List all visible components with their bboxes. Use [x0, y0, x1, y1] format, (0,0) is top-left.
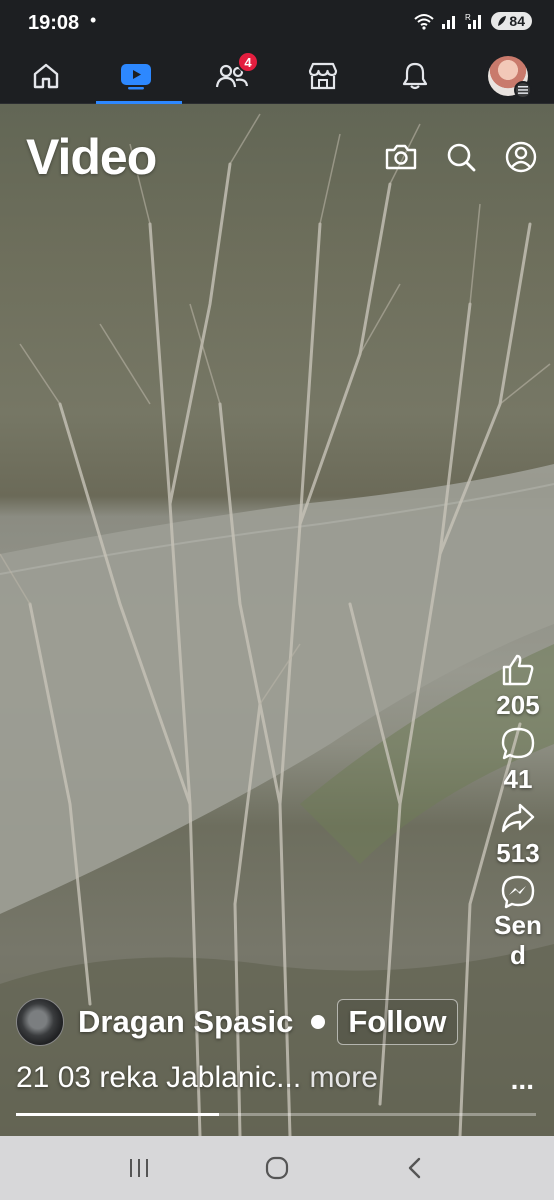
- recent-apps-icon: [130, 1159, 148, 1177]
- follow-button[interactable]: Follow: [337, 999, 458, 1045]
- side-actions: 205 41 513 Send: [488, 652, 548, 976]
- page-title: Video: [26, 129, 157, 185]
- share-count: 513: [496, 838, 540, 868]
- profile-avatar: [488, 56, 532, 99]
- top-actions: [382, 138, 540, 176]
- comment-button[interactable]: 41: [500, 726, 536, 794]
- caption-text: 21 03 reka Jablanic...: [16, 1061, 302, 1094]
- like-button[interactable]: 205: [496, 652, 540, 720]
- menu-icon: [514, 81, 532, 99]
- send-button[interactable]: Send: [493, 874, 543, 970]
- home-circle-icon: [265, 1156, 289, 1180]
- camera-icon: [385, 144, 417, 170]
- back-button[interactable]: [385, 1143, 445, 1193]
- nav-marketplace-tab[interactable]: [283, 48, 363, 104]
- share-icon: [501, 803, 535, 833]
- video-frame: [0, 113, 554, 1136]
- svg-text:R: R: [465, 13, 471, 22]
- send-label: Send: [494, 910, 542, 970]
- home-icon: [33, 63, 59, 89]
- marketplace-icon: [308, 62, 338, 90]
- battery-saver-icon: [498, 16, 507, 26]
- status-icons: R 84: [413, 12, 532, 30]
- top-nav-bar: 4: [0, 48, 554, 104]
- notification-dot: •: [90, 10, 97, 30]
- profile-icon: [505, 141, 537, 173]
- battery-indicator: 84: [491, 12, 532, 30]
- wifi-icon: [414, 14, 435, 30]
- author-avatar[interactable]: [16, 998, 64, 1046]
- more-link[interactable]: more: [310, 1061, 378, 1094]
- globe-icon: [311, 1015, 326, 1029]
- status-bar: 19:08 • R 84: [0, 0, 554, 48]
- like-count: 205: [496, 690, 540, 720]
- nav-profile-menu-tab[interactable]: [468, 48, 548, 104]
- share-button[interactable]: 513: [496, 800, 540, 868]
- nav-video-tab[interactable]: [96, 48, 182, 104]
- friends-badge: 4: [237, 51, 259, 73]
- video-progress-fill: [16, 1113, 219, 1116]
- like-icon: [502, 654, 534, 686]
- home-button[interactable]: [247, 1143, 307, 1193]
- comment-count: 41: [503, 764, 533, 794]
- video-icon: [121, 64, 151, 90]
- search-icon: [447, 143, 476, 172]
- recent-apps-button[interactable]: [109, 1143, 169, 1193]
- author-row: Dragan Spasic Follow: [16, 998, 458, 1046]
- video-player[interactable]: Video 205 41 513 Send Dragan Spasic Foll…: [0, 104, 554, 1136]
- profile-button[interactable]: [502, 138, 540, 176]
- signal-icon: [442, 16, 456, 29]
- nav-friends-tab[interactable]: 4: [192, 48, 272, 104]
- video-progress-bar[interactable]: [16, 1113, 536, 1116]
- nav-notifications-tab[interactable]: [375, 48, 455, 104]
- battery-level: 84: [509, 13, 525, 29]
- signal-roaming-icon: R: [465, 13, 482, 29]
- messenger-icon: [501, 875, 535, 909]
- nav-home-tab[interactable]: [6, 48, 86, 104]
- status-time: 19:08: [28, 12, 80, 34]
- search-button[interactable]: [442, 138, 480, 176]
- more-options-icon[interactable]: ...: [511, 1064, 534, 1096]
- back-icon: [408, 1157, 421, 1179]
- android-nav-bar: [0, 1136, 554, 1200]
- caption[interactable]: 21 03 reka Jablanic... more: [16, 1061, 378, 1095]
- author-name[interactable]: Dragan Spasic: [78, 1004, 293, 1040]
- comment-icon: [501, 727, 535, 760]
- camera-button[interactable]: [382, 138, 420, 176]
- bell-icon: [402, 62, 428, 90]
